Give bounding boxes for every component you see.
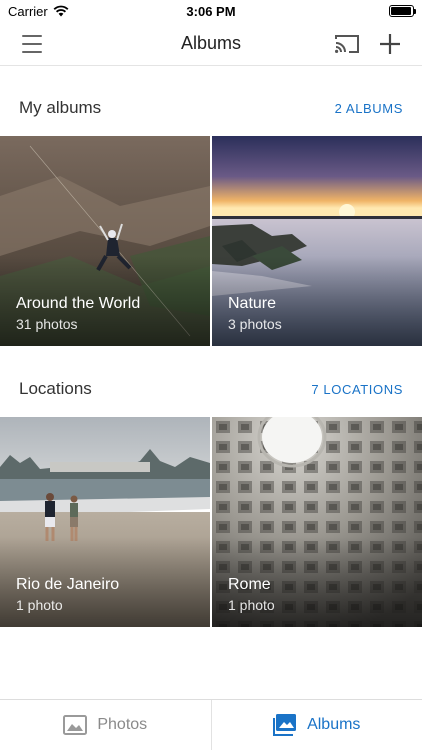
location-tile-rome[interactable]: Rome 1 photo: [212, 417, 422, 627]
tab-albums-label: Albums: [307, 716, 361, 733]
album-title: Around the World: [16, 295, 141, 312]
location-count: 1 photo: [16, 597, 63, 613]
bottom-nav: Photos Albums: [0, 699, 422, 750]
my-albums-grid: Around the World 31 photos Nature 3 phot…: [0, 136, 422, 346]
tab-photos-label: Photos: [97, 716, 148, 733]
location-count: 1 photo: [228, 597, 275, 613]
locations-title: Locations: [19, 379, 92, 398]
status-left: Carrier: [8, 4, 69, 19]
battery-icon: [389, 5, 416, 17]
locations-header: Locations 7 LOCATIONS: [0, 354, 422, 424]
carrier-label: Carrier: [8, 3, 48, 19]
wifi-icon: [53, 5, 69, 17]
albums-icon: [273, 714, 297, 736]
location-title: Rio de Janeiro: [16, 576, 120, 593]
add-icon[interactable]: [378, 32, 402, 56]
album-title: Nature: [228, 295, 277, 312]
tab-photos[interactable]: Photos: [0, 700, 211, 750]
locations-grid: Rio de Janeiro 1 photo Rome 1 photo: [0, 417, 422, 627]
cast-icon[interactable]: [334, 32, 360, 56]
app-bar: Albums: [0, 22, 422, 66]
album-count: 31 photos: [16, 316, 78, 332]
location-tile-rio[interactable]: Rio de Janeiro 1 photo: [0, 417, 210, 627]
album-tile-nature[interactable]: Nature 3 photos: [212, 136, 422, 346]
album-tile-around-the-world[interactable]: Around the World 31 photos: [0, 136, 210, 346]
my-albums-header: My albums 2 ALBUMS: [0, 73, 422, 143]
location-title: Rome: [228, 576, 271, 593]
all-albums-link[interactable]: 2 ALBUMS: [335, 101, 403, 116]
all-locations-link[interactable]: 7 LOCATIONS: [311, 382, 403, 397]
album-count: 3 photos: [228, 316, 282, 332]
photo-icon: [63, 715, 88, 735]
battery-level: [391, 7, 411, 15]
tab-albums[interactable]: Albums: [210, 700, 422, 750]
status-bar: Carrier 3:06 PM: [0, 0, 422, 22]
my-albums-title: My albums: [19, 98, 102, 117]
